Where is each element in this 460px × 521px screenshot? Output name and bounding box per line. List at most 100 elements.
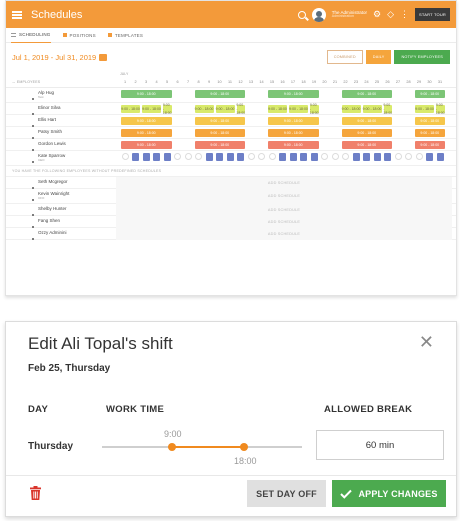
shift-block[interactable]: 9:00 - 18:00 xyxy=(194,89,245,98)
shift-block[interactable]: 9:00 - 18:00 xyxy=(268,89,319,98)
allowed-break-input[interactable]: 60 min xyxy=(316,430,444,460)
shift-block[interactable]: 9:00 - 18:00 xyxy=(121,116,172,125)
employee-name[interactable]: Kevin Wainright CFO xyxy=(6,192,116,202)
notification-icon[interactable]: ◇ xyxy=(387,10,394,19)
shift-block[interactable]: 9:00 - 18:00 xyxy=(415,128,445,137)
shift-cell[interactable] xyxy=(195,153,202,160)
shift-cell[interactable] xyxy=(426,152,433,161)
set-day-off-button[interactable]: SET DAY OFF xyxy=(247,480,326,507)
search-icon[interactable] xyxy=(297,10,306,19)
shift-block[interactable]: 9:00 - 18:00 xyxy=(341,104,361,113)
shift-cell[interactable] xyxy=(279,152,286,161)
add-schedule-button[interactable]: ADD SCHEDULE xyxy=(116,176,452,189)
shift-block[interactable]: 9:00 - 18:00 xyxy=(121,104,140,113)
shift-block[interactable]: 9:00 - 18:00 xyxy=(194,128,245,137)
day-off-marker[interactable] xyxy=(405,153,412,160)
shift-block[interactable]: 9:00 - 18:00 xyxy=(341,140,392,149)
shift-block[interactable]: 9:00 - 18:00 xyxy=(121,128,172,137)
shift-block[interactable]: 9:00 - 18:00 xyxy=(415,116,445,125)
shift-cell[interactable] xyxy=(142,152,150,161)
tab-scheduling[interactable]: SCHEDULING xyxy=(11,28,51,43)
add-schedule-button[interactable]: ADD SCHEDULE xyxy=(116,215,452,228)
employee-name[interactable]: Patsy Smith xyxy=(6,130,116,140)
date-range-picker[interactable]: Jul 1, 2019 - Jul 31, 2019 xyxy=(12,53,108,62)
shift-cell[interactable] xyxy=(237,152,244,161)
employee-name[interactable]: Elinor Silva xyxy=(6,106,116,116)
calendar-icon[interactable] xyxy=(99,53,108,61)
user-info[interactable]: The Administrator Administration xyxy=(332,10,367,19)
shift-block[interactable]: 9:00 - 18:00 xyxy=(415,104,434,113)
add-schedule-button[interactable]: ADD SCHEDULE xyxy=(116,227,452,240)
shift-block[interactable]: 9:00 - 18:00 xyxy=(268,116,319,125)
shift-block[interactable]: 9:00 - 18:00 xyxy=(121,89,172,98)
day-off-marker[interactable] xyxy=(394,153,402,160)
shift-cell[interactable] xyxy=(268,153,276,160)
add-schedule-button[interactable]: ADD SCHEDULE xyxy=(116,203,452,216)
trash-icon[interactable] xyxy=(30,486,41,500)
shift-cell[interactable] xyxy=(132,152,139,161)
work-time-slider[interactable] xyxy=(102,443,302,451)
employee-name[interactable]: Alp Hug Test xyxy=(6,91,116,101)
shift-block[interactable]: 9:00 - 18:00 xyxy=(194,140,245,149)
shift-cell[interactable] xyxy=(216,152,223,161)
daily-button[interactable]: DAILY xyxy=(365,50,392,64)
shift-cell[interactable] xyxy=(289,152,297,161)
employee-name[interactable]: Seth Mcgregor xyxy=(6,180,116,190)
user-avatar[interactable] xyxy=(311,7,326,22)
combined-button[interactable]: COMBINED xyxy=(326,50,363,64)
shift-block[interactable]: 9:00 - 18:00 xyxy=(383,103,392,115)
menu-icon[interactable] xyxy=(12,10,22,19)
day-off-marker[interactable] xyxy=(321,153,328,160)
tab-positions[interactable]: POSITIONS xyxy=(62,28,96,43)
shift-block[interactable]: 9:00 - 18:00 xyxy=(362,104,382,113)
start-time-handle[interactable] xyxy=(168,443,176,451)
employee-name[interactable]: Kate Sparrow CEO xyxy=(6,154,116,164)
shift-block[interactable]: 9:00 - 18:00 xyxy=(268,104,287,113)
day-off-marker[interactable] xyxy=(184,153,192,160)
close-icon[interactable]: ✕ xyxy=(419,333,434,351)
shift-block[interactable]: 9:00 - 18:00 xyxy=(436,103,445,115)
employee-name[interactable]: Gordon Lewis xyxy=(6,142,116,152)
employee-name[interactable]: Ozzy Adminini xyxy=(6,231,116,241)
shift-cell[interactable] xyxy=(352,152,360,161)
day-off-marker[interactable] xyxy=(258,153,265,160)
shift-cell[interactable] xyxy=(384,152,391,161)
shift-block[interactable]: 9:00 - 18:00 xyxy=(236,103,245,115)
gear-icon[interactable]: ⚙ xyxy=(373,10,381,19)
shift-block[interactable]: 9:00 - 18:00 xyxy=(194,116,245,125)
day-off-marker[interactable] xyxy=(247,153,255,160)
shift-cell[interactable] xyxy=(163,152,171,161)
employee-name[interactable]: Fang Shen xyxy=(6,219,116,229)
add-schedule-button[interactable]: ADD SCHEDULE xyxy=(116,188,452,204)
shift-block[interactable]: 9:00 - 18:00 xyxy=(142,104,161,113)
shift-block[interactable]: 9:00 - 18:00 xyxy=(121,140,172,149)
shift-cell[interactable] xyxy=(226,152,234,161)
day-off-marker[interactable] xyxy=(331,153,339,160)
shift-cell[interactable] xyxy=(415,153,423,160)
shift-block[interactable]: 9:00 - 18:00 xyxy=(341,116,392,125)
employee-name[interactable]: Ellis Hart xyxy=(6,118,116,128)
shift-cell[interactable] xyxy=(121,153,129,160)
shift-block[interactable]: 9:00 - 18:00 xyxy=(415,89,445,98)
shift-block[interactable]: 9:00 - 18:00 xyxy=(341,89,392,98)
shift-block[interactable]: 9:00 - 18:00 xyxy=(268,140,319,149)
shift-block[interactable]: 9:00 - 18:00 xyxy=(194,104,214,113)
shift-cell[interactable] xyxy=(310,152,318,161)
shift-cell[interactable] xyxy=(300,152,307,161)
shift-cell[interactable] xyxy=(342,153,349,160)
apply-changes-button[interactable]: APPLY CHANGES xyxy=(332,480,446,507)
shift-block[interactable]: 9:00 - 18:00 xyxy=(163,103,172,115)
shift-block[interactable]: 9:00 - 18:00 xyxy=(268,128,319,137)
shift-cell[interactable] xyxy=(436,152,444,161)
more-vertical-icon[interactable]: ⋮ xyxy=(400,10,409,19)
shift-cell[interactable] xyxy=(363,152,370,161)
shift-block[interactable]: 9:00 - 18:00 xyxy=(341,128,392,137)
notify-employees-button[interactable]: NOTIFY EMPLOYEES xyxy=(394,50,450,64)
shift-block[interactable]: 9:00 - 18:00 xyxy=(289,104,308,113)
start-tour-button[interactable]: START TOUR xyxy=(415,8,450,21)
shift-block[interactable]: 9:00 - 18:00 xyxy=(415,140,445,149)
end-time-handle[interactable] xyxy=(240,443,248,451)
shift-block[interactable]: 9:00 - 18:00 xyxy=(310,103,319,115)
tab-templates[interactable]: TEMPLATES xyxy=(107,28,143,43)
shift-block[interactable]: 9:00 - 18:00 xyxy=(215,104,235,113)
